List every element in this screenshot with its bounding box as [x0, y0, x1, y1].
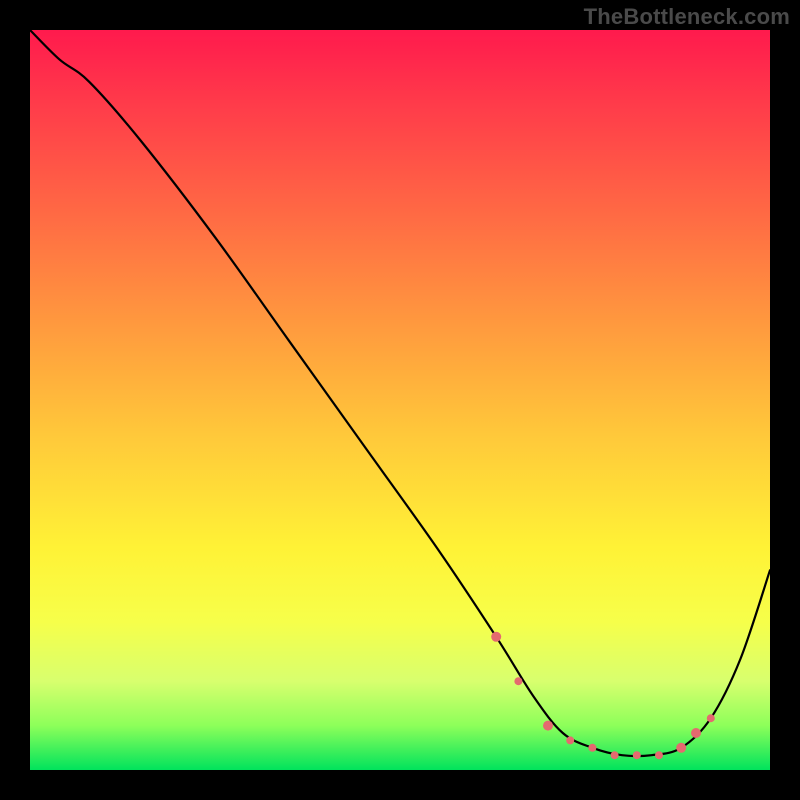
- curve-svg: [30, 30, 770, 770]
- watermark-text: TheBottleneck.com: [584, 4, 790, 30]
- curve-marker: [491, 632, 501, 642]
- curve-marker: [543, 721, 553, 731]
- curve-marker: [588, 744, 596, 752]
- chart-frame: TheBottleneck.com: [0, 0, 800, 800]
- curve-marker: [676, 743, 686, 753]
- curve-marker: [514, 677, 522, 685]
- curve-marker: [566, 736, 574, 744]
- plot-area: [30, 30, 770, 770]
- bottleneck-curve: [30, 30, 770, 756]
- curve-marker: [655, 751, 663, 759]
- curve-marker: [691, 728, 701, 738]
- curve-marker: [611, 751, 619, 759]
- curve-marker: [633, 751, 641, 759]
- curve-markers: [491, 632, 715, 759]
- curve-marker: [707, 714, 715, 722]
